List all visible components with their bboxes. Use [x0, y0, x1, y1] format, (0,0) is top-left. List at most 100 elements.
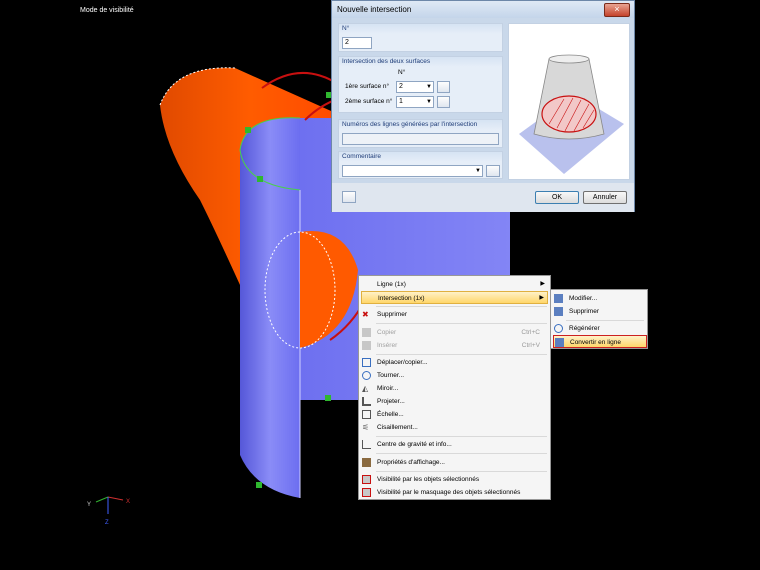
pick-surface1-button[interactable]: [437, 81, 450, 93]
ok-button[interactable]: OK: [535, 191, 579, 204]
menu-item-delete[interactable]: ✖ Supprimer: [361, 308, 548, 321]
menu-item-label: Tourner...: [377, 372, 405, 379]
submenu-item-label: Convertir en ligne: [570, 339, 621, 346]
chevron-down-icon: ▼: [475, 168, 481, 174]
submenu-item-convert-to-line[interactable]: Convertir en ligne: [553, 335, 647, 348]
menu-separator: [376, 306, 547, 307]
comment-combo[interactable]: ▼: [342, 165, 483, 177]
regenerate-icon: [554, 324, 563, 333]
number-input[interactable]: 2: [342, 37, 372, 49]
submenu-item-label: Modifier...: [569, 295, 598, 302]
axis-x-label: X: [126, 499, 130, 505]
dialog-title: Nouvelle intersection: [337, 5, 412, 14]
menu-item-label: Cisaillement...: [377, 424, 418, 431]
generated-lines-group: Numéros des lignes générées par l'inters…: [338, 119, 503, 148]
generated-lines-title: Numéros des lignes générées par l'inters…: [339, 120, 502, 130]
surface1-label: 1ère surface n°: [345, 83, 390, 90]
menu-separator: [376, 471, 547, 472]
shear-icon: ⚟: [362, 423, 370, 432]
number-label: N°: [339, 24, 502, 34]
chevron-right-icon: ▶: [540, 281, 545, 287]
generated-lines-field: [342, 133, 499, 145]
node-marker: [245, 127, 251, 133]
rotate-icon: [362, 371, 371, 380]
menu-item-label: Visibilité par le masquage des objets sé…: [377, 489, 521, 496]
submenu-item-regenerate[interactable]: Régénérer: [553, 322, 647, 335]
submenu-item-label: Régénérer: [569, 325, 600, 332]
surface2-combo[interactable]: 1 ▼: [396, 96, 434, 108]
menu-item-shortcut: Ctrl+C: [521, 329, 540, 336]
comment-group: Commentaire ▼: [338, 151, 503, 179]
menu-item-centroid[interactable]: Centre de gravité et info...: [361, 438, 548, 451]
menu-separator: [376, 323, 547, 324]
node-marker: [257, 176, 263, 182]
copy-icon: [362, 328, 371, 337]
new-intersection-dialog: Nouvelle intersection × N° 2 Intersectio…: [331, 0, 635, 212]
close-button[interactable]: ×: [604, 3, 630, 17]
menu-item-label: Intersection (1x): [378, 295, 425, 302]
node-marker: [325, 395, 331, 401]
edit-icon: [554, 294, 563, 303]
number-group: N° 2: [338, 23, 503, 52]
menu-item-label: Insérer: [377, 342, 398, 349]
menu-item-label: Ligne (1x): [377, 281, 406, 288]
comment-title: Commentaire: [339, 152, 502, 162]
blue-cylinder-surface[interactable]: [239, 117, 301, 498]
menu-item-label: Projeter...: [377, 398, 405, 405]
submenu-item-edit[interactable]: Modifier...: [553, 292, 647, 305]
visibility-hide-icon: [362, 488, 371, 497]
menu-separator: [376, 354, 547, 355]
comment-library-button[interactable]: [486, 165, 500, 177]
menu-item-shear[interactable]: ⚟ Cisaillement...: [361, 421, 548, 434]
cone-top: [548, 54, 590, 64]
menu-item-label: Miroir...: [377, 385, 399, 392]
display-properties-icon: [362, 458, 371, 467]
visibility-icon: [362, 475, 371, 484]
menu-item-label: Échelle...: [377, 411, 404, 418]
menu-item-label: Centre de gravité et info...: [377, 441, 452, 448]
project-icon: [362, 397, 371, 406]
delete-icon: [554, 307, 563, 316]
menu-item-label: Supprimer: [377, 311, 407, 318]
menu-item-paste[interactable]: Insérer Ctrl+V: [361, 339, 548, 352]
submenu-item-delete[interactable]: Supprimer: [553, 305, 647, 318]
intersection-section-title: Intersection des deux surfaces: [339, 57, 502, 67]
menu-item-label: Propriétés d'affichage...: [377, 459, 445, 466]
surface1-value: 2: [399, 83, 403, 90]
surface2-label: 2ème surface n°: [345, 98, 393, 105]
visibility-mode-label: Mode de visibilité: [80, 7, 134, 14]
node-marker: [256, 482, 262, 488]
mirror-icon: ◭: [362, 384, 369, 393]
menu-item-rotate[interactable]: Tourner...: [361, 369, 548, 382]
convert-icon: [555, 338, 564, 347]
menu-item-label: Copier: [377, 329, 397, 336]
menu-item-visibility-hide[interactable]: Visibilité par le masquage des objets sé…: [361, 486, 548, 499]
dialog-titlebar[interactable]: Nouvelle intersection ×: [332, 1, 634, 18]
menu-item-display-properties[interactable]: Propriétés d'affichage...: [361, 456, 548, 469]
axis-z-label: Z: [105, 520, 109, 526]
scale-icon: [362, 410, 371, 419]
menu-item-intersection[interactable]: Intersection (1x) ▶: [361, 291, 548, 304]
surface1-combo[interactable]: 2 ▼: [396, 81, 434, 93]
pick-surface2-button[interactable]: [437, 96, 450, 108]
delete-icon: ✖: [362, 310, 369, 319]
menu-item-mirror[interactable]: ◭ Miroir...: [361, 382, 548, 395]
cancel-button[interactable]: Annuler: [583, 191, 627, 204]
menu-item-ligne[interactable]: Ligne (1x) ▶: [361, 278, 548, 291]
intersection-submenu: Modifier... Supprimer Régénérer Converti…: [550, 289, 648, 349]
surface2-value: 1: [399, 98, 403, 105]
axis-y-label: Y: [87, 502, 91, 508]
menu-item-scale[interactable]: Échelle...: [361, 408, 548, 421]
chevron-right-icon: ▶: [539, 295, 544, 301]
menu-item-copy[interactable]: Copier Ctrl+C: [361, 326, 548, 339]
move-copy-icon: [362, 358, 371, 367]
menu-item-visibility-selected[interactable]: Visibilité par les objets sélectionnés: [361, 473, 548, 486]
preview-image: [508, 23, 630, 180]
intersection-curve: [541, 95, 597, 133]
menu-item-project[interactable]: Projeter...: [361, 395, 548, 408]
menu-item-label: Déplacer/copier...: [377, 359, 428, 366]
menu-item-move-copy[interactable]: Déplacer/copier...: [361, 356, 548, 369]
chevron-down-icon: ▼: [426, 84, 432, 90]
help-button[interactable]: [342, 191, 356, 203]
menu-separator: [376, 436, 547, 437]
